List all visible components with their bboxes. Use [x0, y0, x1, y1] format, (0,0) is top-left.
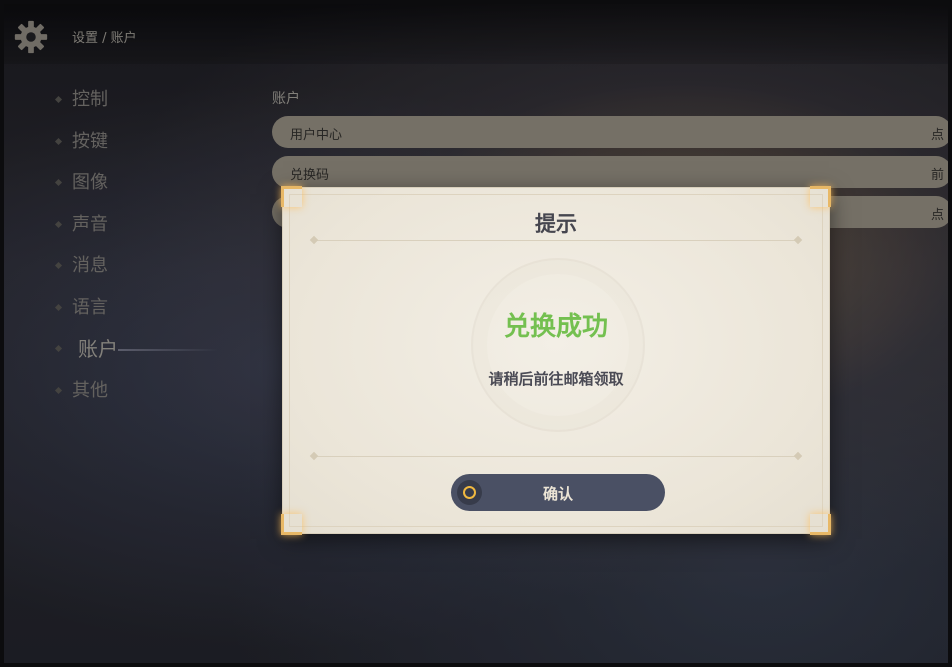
- instruction-text: 请稍后前往邮箱领取: [488, 370, 624, 388]
- corner-ornament-icon: [281, 514, 302, 535]
- confirm-label: 确认: [542, 485, 573, 503]
- prompt-dialog: 提示 兑换成功 请稍后前往邮箱领取 确认: [281, 186, 831, 535]
- confirm-button[interactable]: 确认: [451, 474, 665, 511]
- success-message: 兑换成功: [503, 312, 608, 342]
- emblem-watermark-icon: [471, 258, 645, 432]
- corner-ornament-icon: [810, 514, 831, 535]
- corner-ornament-icon: [281, 186, 302, 207]
- dialog-title: 提示: [535, 212, 577, 236]
- divider: [313, 456, 799, 457]
- corner-ornament-icon: [810, 186, 831, 207]
- divider: [313, 240, 799, 241]
